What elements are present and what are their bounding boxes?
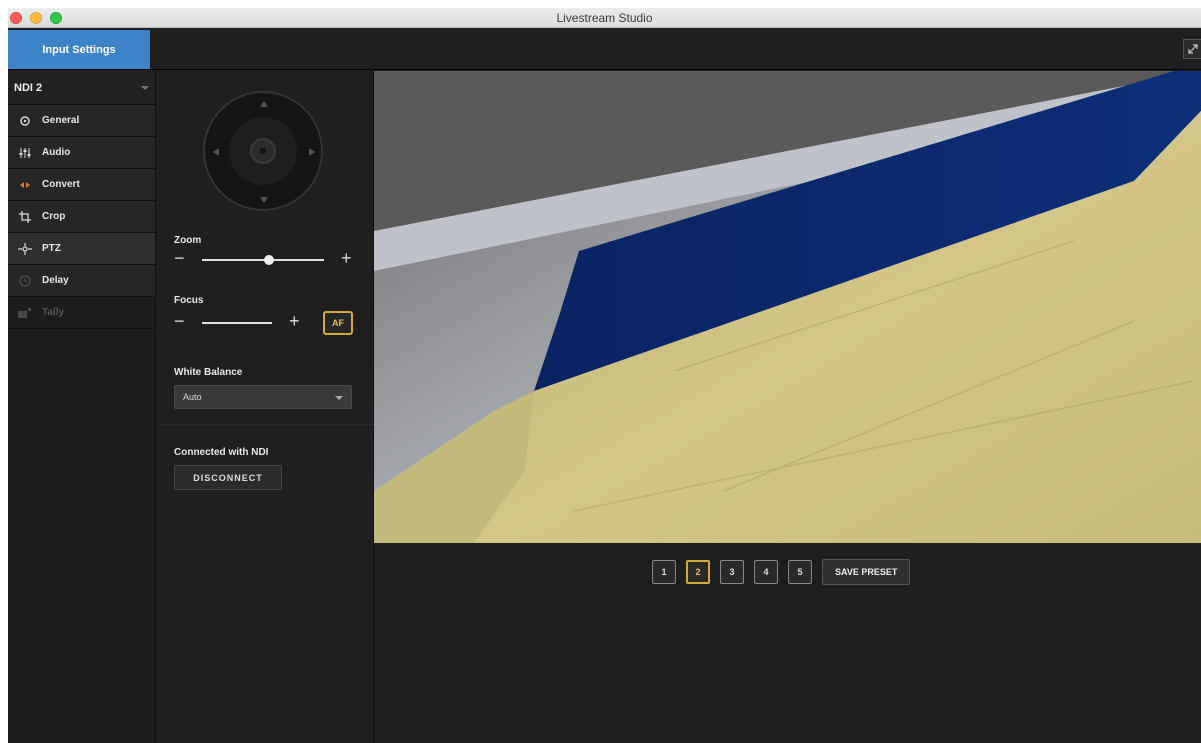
save-preset-button[interactable]: SAVE PRESET [822, 559, 911, 585]
sidebar-item-general[interactable]: General [8, 105, 155, 137]
arrow-down-icon[interactable] [260, 197, 268, 203]
preset-bar: 1 2 3 4 5 SAVE PRESET [374, 543, 1201, 743]
source-dropdown[interactable]: NDI 2 [8, 71, 155, 105]
focus-near-button[interactable]: − [174, 312, 185, 330]
preset-button-3[interactable]: 3 [720, 560, 744, 584]
chevron-down-icon [335, 396, 343, 400]
gear-icon [18, 114, 32, 128]
preset-button-1[interactable]: 1 [652, 560, 676, 584]
top-toolbar: Input Settings [8, 28, 1201, 70]
tab-input-settings[interactable]: Input Settings [8, 30, 150, 69]
sidebar-item-delay[interactable]: Delay [8, 265, 155, 297]
divider [156, 424, 374, 425]
sidebar-item-convert[interactable]: Convert [8, 169, 155, 201]
zoom-label: Zoom [174, 235, 202, 246]
app-window: Livestream Studio Input Settings NDI 2 G… [8, 8, 1201, 743]
sidebar-item-label: Tally [42, 307, 65, 318]
expand-button[interactable] [1183, 39, 1201, 59]
preview-image [374, 71, 1201, 543]
title-bar: Livestream Studio [8, 8, 1201, 28]
window-title: Livestream Studio [556, 11, 653, 25]
sidebar-item-label: Crop [42, 211, 66, 222]
zoom-out-button[interactable]: − [174, 249, 185, 267]
ptz-controls-panel: Zoom − + Focus − + AF White Balance Auto… [156, 71, 374, 743]
clock-icon [18, 274, 32, 288]
camera-preview [374, 71, 1201, 543]
input-settings-sidebar: NDI 2 General Audio Convert Crop PTZ Del… [8, 71, 156, 743]
source-dropdown-value: NDI 2 [14, 81, 43, 94]
sidebar-item-label: Audio [42, 147, 71, 158]
sidebar-item-tally[interactable]: Tally [8, 297, 155, 329]
preset-button-5[interactable]: 5 [788, 560, 812, 584]
audio-levels-icon [18, 146, 32, 160]
sidebar-item-audio[interactable]: Audio [8, 137, 155, 169]
crop-icon [18, 210, 32, 224]
sidebar-item-crop[interactable]: Crop [8, 201, 155, 233]
white-balance-dropdown[interactable]: Auto [174, 385, 352, 409]
sidebar-item-label: General [42, 115, 80, 126]
arrow-right-icon[interactable] [309, 148, 315, 156]
pan-tilt-joystick[interactable] [203, 91, 323, 211]
white-balance-value: Auto [183, 392, 202, 402]
focus-far-button[interactable]: + [289, 312, 300, 330]
disconnect-button[interactable]: DISCONNECT [174, 465, 282, 490]
zoom-slider-thumb[interactable] [264, 255, 275, 265]
preset-button-2[interactable]: 2 [686, 560, 710, 584]
tally-icon [18, 306, 32, 320]
focus-slider-track[interactable] [202, 322, 272, 324]
zoom-slider-track[interactable] [202, 259, 324, 261]
preset-buttons: 1 2 3 4 5 SAVE PRESET [652, 559, 911, 585]
sidebar-item-ptz[interactable]: PTZ [8, 233, 155, 265]
preset-button-4[interactable]: 4 [754, 560, 778, 584]
autofocus-button[interactable]: AF [323, 311, 353, 335]
expand-icon [1187, 44, 1198, 54]
zoom-in-button[interactable]: + [341, 249, 352, 267]
focus-label: Focus [174, 295, 204, 306]
sidebar-item-label: PTZ [42, 243, 61, 254]
joystick-knob[interactable] [250, 138, 276, 164]
convert-icon [18, 178, 32, 192]
white-balance-label: White Balance [174, 367, 243, 378]
chevron-down-icon [141, 85, 149, 90]
sidebar-item-label: Convert [42, 179, 80, 190]
arrow-up-icon[interactable] [260, 101, 268, 107]
ptz-icon [18, 242, 32, 256]
sidebar-item-label: Delay [42, 275, 69, 286]
arrow-left-icon[interactable] [213, 148, 219, 156]
connection-status: Connected with NDI [174, 447, 269, 458]
